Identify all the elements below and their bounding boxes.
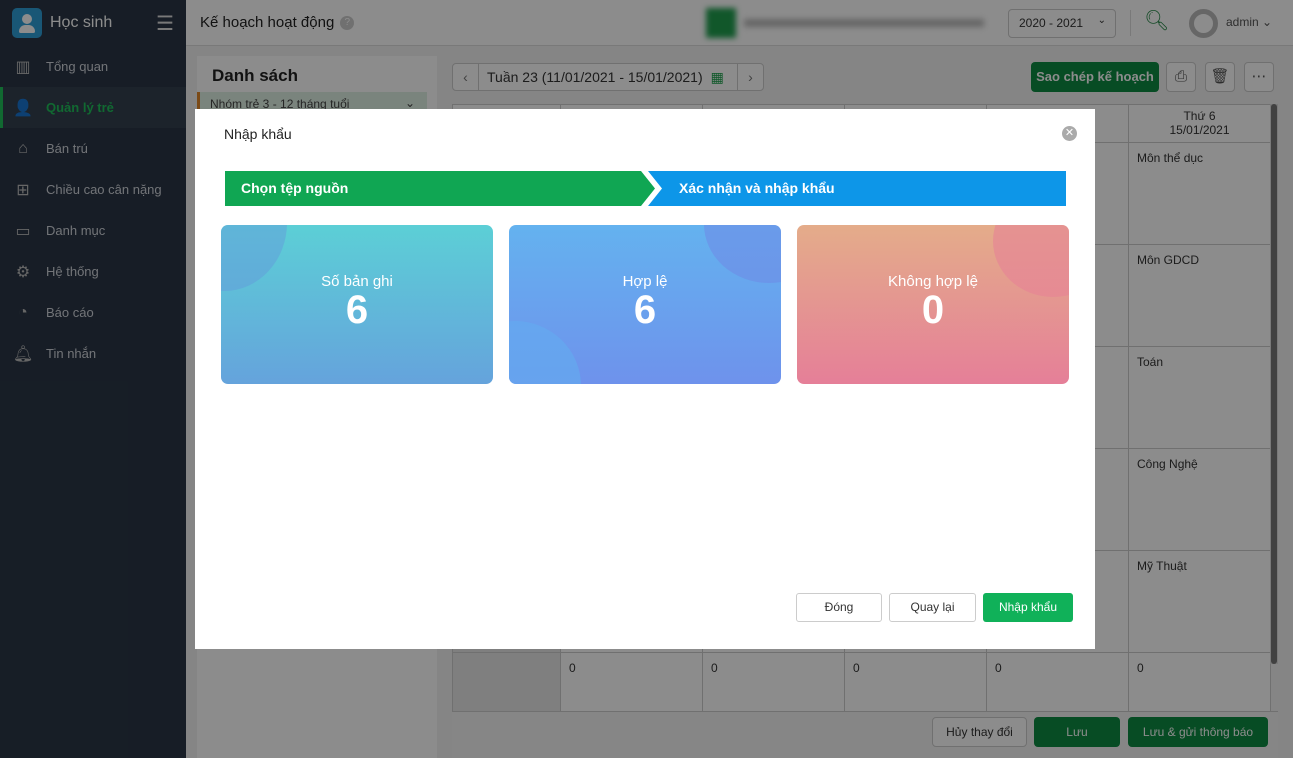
card-value: 6 — [345, 288, 369, 332]
import-button[interactable]: Nhập khẩu — [983, 593, 1073, 622]
total-records-card: Số bản ghi 6 — [221, 225, 493, 384]
back-button[interactable]: Quay lại — [889, 593, 976, 622]
step-confirm-import: Xác nhận và nhập khẩu — [648, 171, 1066, 206]
step-choose-source: Chọn tệp nguồn — [225, 171, 655, 206]
import-dialog: Nhập khẩu ✕ Chọn tệp nguồn Xác nhận và n… — [195, 109, 1095, 649]
invalid-records-card: Không hợp lệ 0 — [797, 225, 1069, 384]
close-button[interactable]: Đóng — [796, 593, 882, 622]
card-value: 6 — [633, 288, 657, 332]
card-value: 0 — [921, 288, 945, 332]
dialog-title: Nhập khẩu — [224, 126, 292, 142]
close-icon[interactable]: ✕ — [1062, 126, 1077, 141]
valid-records-card: Hợp lệ 6 — [509, 225, 781, 384]
